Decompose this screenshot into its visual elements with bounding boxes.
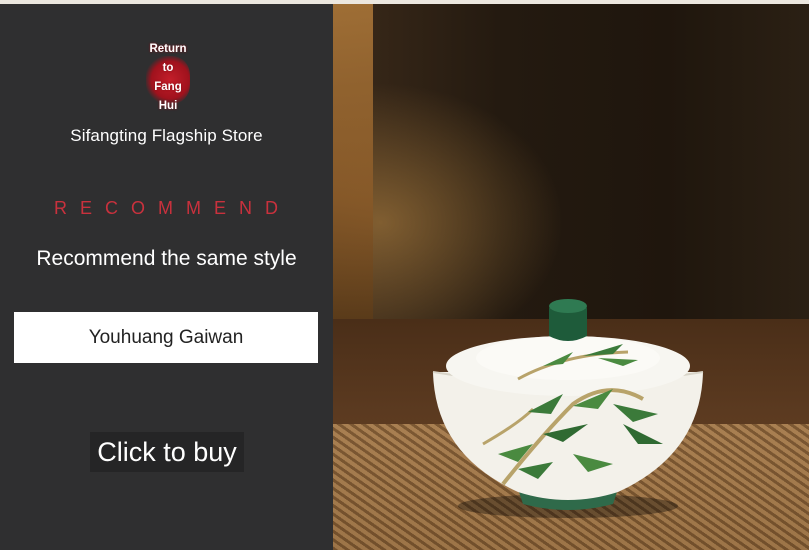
store-panel: Return to Fang Hui Sifangting Flagship S… [0,4,333,550]
logo-line: Return [149,43,187,55]
logo-line: Fang [154,81,182,93]
recommend-heading: RECOMMEND [54,198,291,218]
background-wall [333,4,373,324]
product-link-button[interactable]: Youhuang Gaiwan [14,312,318,363]
logo-text: Return to Fang Hui [146,40,190,116]
store-name[interactable]: Sifangting Flagship Store [0,126,333,146]
buy-button[interactable]: Click to buy [90,432,244,472]
product-photo[interactable] [333,4,809,550]
store-logo[interactable]: Return to Fang Hui [146,40,190,116]
gaiwan-image [432,299,704,518]
logo-line: Hui [158,100,178,112]
product-name: Youhuang Gaiwan [88,326,244,348]
buy-button-label: Click to buy [97,436,237,467]
logo-line: to [162,62,174,74]
lid-knob-top [549,299,587,313]
page-frame: Return to Fang Hui Sifangting Flagship S… [0,0,809,550]
recommend-subheading: Recommend the same style [36,247,297,270]
